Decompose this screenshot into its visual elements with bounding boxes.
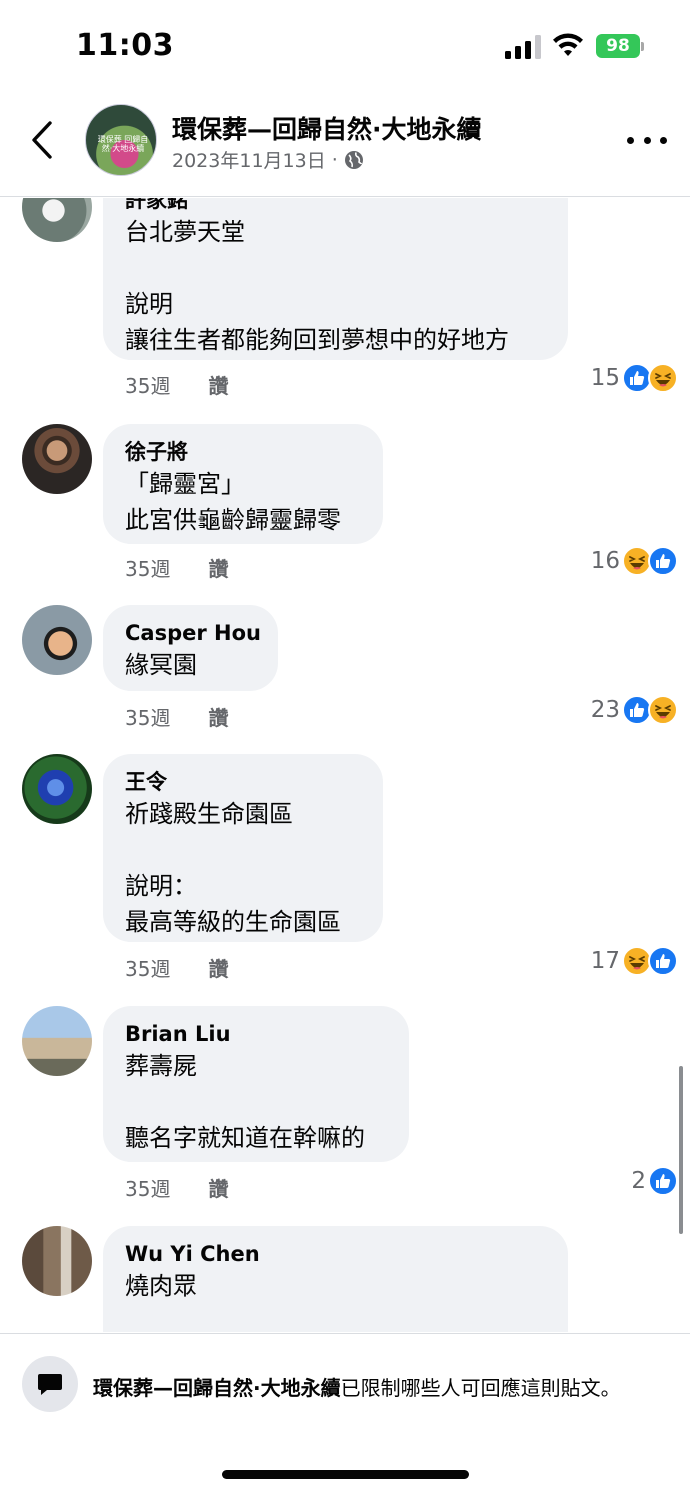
battery-icon: 98 [596, 34, 640, 58]
comment-bubble: 徐子將 「歸靈宮」 此宮供龜齡歸靈歸零 [103, 424, 383, 544]
reaction-count: 2 [631, 1168, 646, 1194]
comment-text: 葬壽屍 聽名字就知道在幹嘛的 [125, 1052, 365, 1152]
comment-icon-container [22, 1356, 78, 1412]
more-icon-dot [643, 136, 651, 144]
home-indicator[interactable] [222, 1470, 469, 1479]
comment-bubble-icon [38, 1374, 62, 1395]
comment-bubble: Casper Hou 緣冥園 [103, 605, 278, 691]
notice-page-name[interactable]: 環保葬—回歸自然·大地永續 [93, 1376, 341, 1400]
comment-time[interactable]: 35週 [125, 1173, 170, 1202]
more-options-button[interactable] [627, 128, 667, 152]
like-reaction-icon [648, 546, 678, 576]
haha-reaction-icon [648, 363, 678, 393]
comment-author[interactable]: 徐子將 [125, 438, 361, 466]
battery-level: 98 [606, 36, 630, 56]
comment-author[interactable]: Brian Liu [125, 1020, 387, 1048]
meta-separator: · [331, 148, 338, 171]
status-time: 11:03 [76, 28, 174, 63]
comment-text: 燒肉眾 [125, 1272, 197, 1300]
comment-time[interactable]: 35週 [125, 553, 170, 582]
reaction-count: 23 [590, 697, 620, 723]
globe-icon [344, 150, 363, 169]
comment-text: 「歸靈宮」 此宮供龜齡歸靈歸零 [125, 470, 341, 534]
more-icon-dot [627, 136, 634, 144]
commenter-avatar[interactable] [22, 754, 92, 824]
comment-actions: 35週 讚 [125, 370, 228, 399]
comment-time[interactable]: 35週 [125, 702, 170, 731]
comment-bubble: 王令 祈踐殿生命園區 說明： 最高等級的生命園區 [103, 754, 383, 942]
wifi-icon [553, 33, 583, 56]
comment-text: 祈踐殿生命園區 說明： 最高等級的生命園區 [125, 800, 341, 936]
comment-text: 台北夢天堂 說明 讓往生者都能夠回到夢想中的好地方 [125, 218, 509, 354]
commenter-avatar[interactable] [22, 198, 92, 242]
reaction-summary[interactable]: 2 [631, 1166, 678, 1196]
comment-bubble: Wu Yi Chen 燒肉眾 [103, 1226, 568, 1332]
like-button[interactable]: 讚 [208, 370, 228, 399]
back-icon [32, 121, 52, 159]
like-button[interactable]: 讚 [208, 553, 228, 582]
reaction-summary[interactable]: 16 [591, 546, 678, 576]
post-header: 環保葬 回歸自然·大地永續 環保葬—回歸自然·大地永續 2023年11月13日 … [0, 92, 690, 197]
commenter-avatar[interactable] [22, 605, 92, 675]
comments-list: 許家銘 台北夢天堂 說明 讓往生者都能夠回到夢想中的好地方 35週 讚 15 徐… [0, 198, 690, 1332]
comment-text: 緣冥園 [125, 651, 197, 679]
reaction-summary[interactable]: 23 [591, 695, 678, 725]
back-button[interactable] [24, 118, 60, 162]
reaction-count: 15 [590, 365, 620, 391]
reaction-count: 17 [590, 948, 620, 974]
post-date[interactable]: 2023年11月13日 [172, 146, 326, 173]
commenter-avatar[interactable] [22, 1006, 92, 1076]
comment-time[interactable]: 35週 [125, 370, 170, 399]
comment-actions: 35週 讚 [125, 553, 228, 582]
page-avatar-text: 環保葬 回歸自然·大地永續 [97, 135, 149, 153]
comment-author[interactable]: 許家銘 [125, 198, 546, 214]
haha-reaction-icon [648, 695, 678, 725]
comment-actions: 35週 讚 [125, 953, 228, 982]
comment-author[interactable]: Wu Yi Chen [125, 1240, 546, 1268]
battery-cap [641, 42, 644, 51]
comment-bubble: 許家銘 台北夢天堂 說明 讓往生者都能夠回到夢想中的好地方 [103, 198, 568, 360]
like-button[interactable]: 讚 [208, 1173, 228, 1202]
scrollbar[interactable] [679, 1066, 683, 1234]
comment-actions: 35週 讚 [125, 702, 228, 731]
reaction-count: 16 [590, 548, 620, 574]
page-avatar[interactable]: 環保葬 回歸自然·大地永續 [85, 104, 157, 176]
comment-actions: 35週 讚 [125, 1173, 228, 1202]
page-title[interactable]: 環保葬—回歸自然·大地永續 [172, 110, 482, 146]
comment-time[interactable]: 35週 [125, 953, 170, 982]
commenter-avatar[interactable] [22, 424, 92, 494]
reaction-summary[interactable]: 15 [591, 363, 678, 393]
like-reaction-icon [648, 1166, 678, 1196]
like-button[interactable]: 讚 [208, 702, 228, 731]
comment-restriction-notice: 環保葬—回歸自然·大地永續已限制哪些人可回應這則貼文。 [0, 1333, 690, 1493]
like-button[interactable]: 讚 [208, 953, 228, 982]
commenter-avatar[interactable] [22, 1226, 92, 1296]
notice-message: 已限制哪些人可回應這則貼文。 [340, 1376, 621, 1400]
post-meta: 2023年11月13日 · [172, 146, 364, 173]
status-bar: 11:03 98 [0, 0, 690, 92]
like-reaction-icon [648, 946, 678, 976]
signal-icon [505, 35, 541, 59]
reaction-summary[interactable]: 17 [591, 946, 678, 976]
comment-author[interactable]: 王令 [125, 768, 361, 796]
more-icon-dot [660, 136, 667, 144]
notice-text: 環保葬—回歸自然·大地永續已限制哪些人可回應這則貼文。 [93, 1372, 621, 1401]
comment-author[interactable]: Casper Hou [125, 619, 261, 647]
comment-bubble: Brian Liu 葬壽屍 聽名字就知道在幹嘛的 [103, 1006, 409, 1162]
